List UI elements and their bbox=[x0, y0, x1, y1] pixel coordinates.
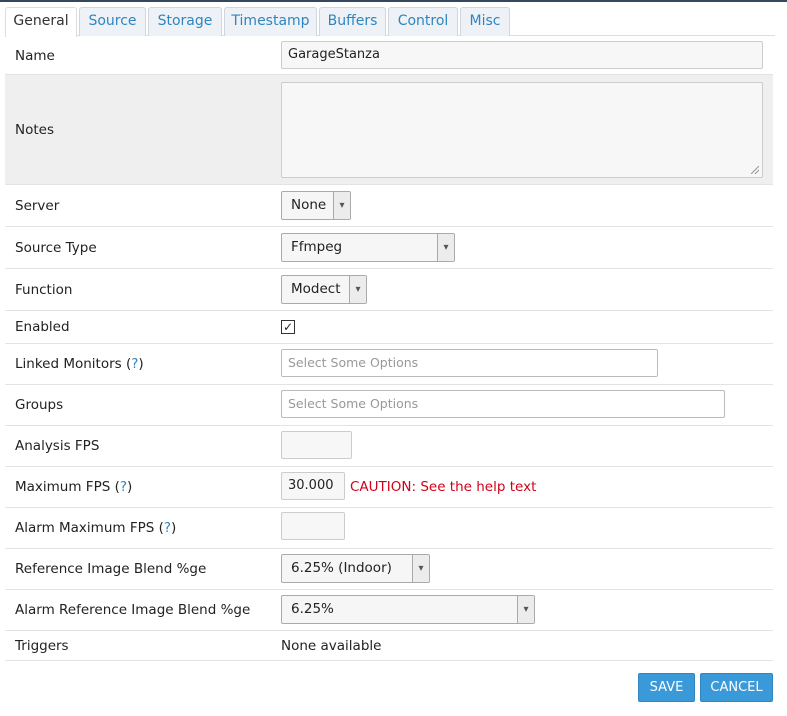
alarm-maximum-fps-label-text: Alarm Maximum FPS bbox=[15, 520, 155, 536]
notes-label: Notes bbox=[15, 121, 54, 138]
enabled-label: Enabled bbox=[15, 319, 70, 335]
tab-control[interactable]: Control bbox=[388, 7, 458, 36]
name-input[interactable]: GarageStanza bbox=[281, 41, 763, 69]
alarm-maximum-fps-input[interactable] bbox=[281, 512, 345, 540]
server-select-value: None bbox=[291, 197, 327, 213]
row-enabled: Enabled ✓ bbox=[5, 311, 773, 344]
reference-blend-select-value: 6.25% (Indoor) bbox=[291, 560, 392, 576]
source-type-select-value: Ffmpeg bbox=[291, 239, 343, 255]
row-linked-monitors: Linked Monitors (?) Select Some Options bbox=[5, 344, 773, 385]
row-function: Function Modect ▾ bbox=[5, 269, 773, 311]
source-type-label: Source Type bbox=[15, 239, 97, 256]
name-label: Name bbox=[15, 47, 55, 64]
server-label: Server bbox=[15, 197, 60, 214]
analysis-fps-input[interactable] bbox=[281, 431, 352, 459]
analysis-fps-label: Analysis FPS bbox=[15, 438, 100, 454]
alarm-reference-blend-select[interactable]: 6.25% ▾ bbox=[281, 595, 535, 624]
save-button[interactable]: SAVE bbox=[638, 673, 695, 702]
row-server: Server None ▾ bbox=[5, 185, 773, 227]
row-reference-blend: Reference Image Blend %ge 6.25% (Indoor)… bbox=[5, 549, 773, 590]
cancel-button[interactable]: CANCEL bbox=[700, 673, 773, 702]
tab-bar: General Source Storage Timestamp Buffers… bbox=[5, 6, 775, 37]
function-select[interactable]: Modect ▾ bbox=[281, 275, 367, 304]
chevron-down-icon: ▾ bbox=[517, 596, 534, 623]
linked-monitors-label: Linked Monitors (?) bbox=[15, 356, 144, 372]
triggers-value: None available bbox=[281, 637, 382, 654]
row-analysis-fps: Analysis FPS bbox=[5, 426, 773, 467]
function-label: Function bbox=[15, 281, 73, 298]
alarm-reference-blend-select-value: 6.25% bbox=[291, 601, 334, 617]
chevron-down-icon: ▾ bbox=[437, 234, 454, 261]
reference-blend-select[interactable]: 6.25% (Indoor) ▾ bbox=[281, 554, 430, 583]
reference-blend-label: Reference Image Blend %ge bbox=[15, 561, 207, 577]
maximum-fps-label: Maximum FPS (?) bbox=[15, 479, 133, 495]
source-type-select[interactable]: Ffmpeg ▾ bbox=[281, 233, 455, 262]
chevron-down-icon: ▾ bbox=[412, 555, 429, 582]
groups-multiselect[interactable]: Select Some Options bbox=[281, 390, 725, 418]
tab-buffers[interactable]: Buffers bbox=[319, 7, 386, 36]
help-link[interactable]: ? bbox=[164, 520, 171, 536]
server-select[interactable]: None ▾ bbox=[281, 191, 351, 220]
caution-text: CAUTION: See the help text bbox=[350, 479, 537, 495]
row-name: Name GarageStanza bbox=[5, 37, 773, 75]
row-alarm-maximum-fps: Alarm Maximum FPS (?) bbox=[5, 508, 773, 549]
row-source-type: Source Type Ffmpeg ▾ bbox=[5, 227, 773, 269]
linked-monitors-label-text: Linked Monitors bbox=[15, 356, 122, 372]
tab-general[interactable]: General bbox=[5, 7, 77, 37]
alarm-reference-blend-label: Alarm Reference Image Blend %ge bbox=[15, 602, 251, 618]
help-link[interactable]: ? bbox=[131, 356, 138, 372]
notes-textarea[interactable] bbox=[281, 82, 763, 178]
row-maximum-fps: Maximum FPS (?) 30.000 CAUTION: See the … bbox=[5, 467, 773, 508]
linked-monitors-multiselect[interactable]: Select Some Options bbox=[281, 349, 658, 377]
row-notes: Notes bbox=[5, 75, 773, 185]
tab-storage[interactable]: Storage bbox=[148, 7, 222, 36]
row-triggers: Triggers None available bbox=[5, 631, 773, 661]
row-groups: Groups Select Some Options bbox=[5, 385, 773, 426]
top-accent-line bbox=[0, 0, 787, 2]
tab-misc[interactable]: Misc bbox=[460, 7, 510, 36]
alarm-maximum-fps-label: Alarm Maximum FPS (?) bbox=[15, 520, 177, 536]
chevron-down-icon: ▾ bbox=[349, 276, 366, 303]
maximum-fps-label-text: Maximum FPS bbox=[15, 479, 111, 495]
triggers-label: Triggers bbox=[15, 637, 69, 654]
tab-timestamp[interactable]: Timestamp bbox=[224, 7, 317, 36]
groups-label: Groups bbox=[15, 397, 64, 413]
help-link[interactable]: ? bbox=[120, 479, 127, 495]
row-alarm-reference-blend: Alarm Reference Image Blend %ge 6.25% ▾ bbox=[5, 590, 773, 631]
tab-source[interactable]: Source bbox=[79, 7, 146, 36]
resize-grip-icon[interactable] bbox=[751, 166, 759, 174]
function-select-value: Modect bbox=[291, 281, 341, 297]
maximum-fps-input[interactable]: 30.000 bbox=[281, 472, 345, 500]
chevron-down-icon: ▾ bbox=[333, 192, 350, 219]
enabled-checkbox[interactable]: ✓ bbox=[281, 320, 295, 334]
